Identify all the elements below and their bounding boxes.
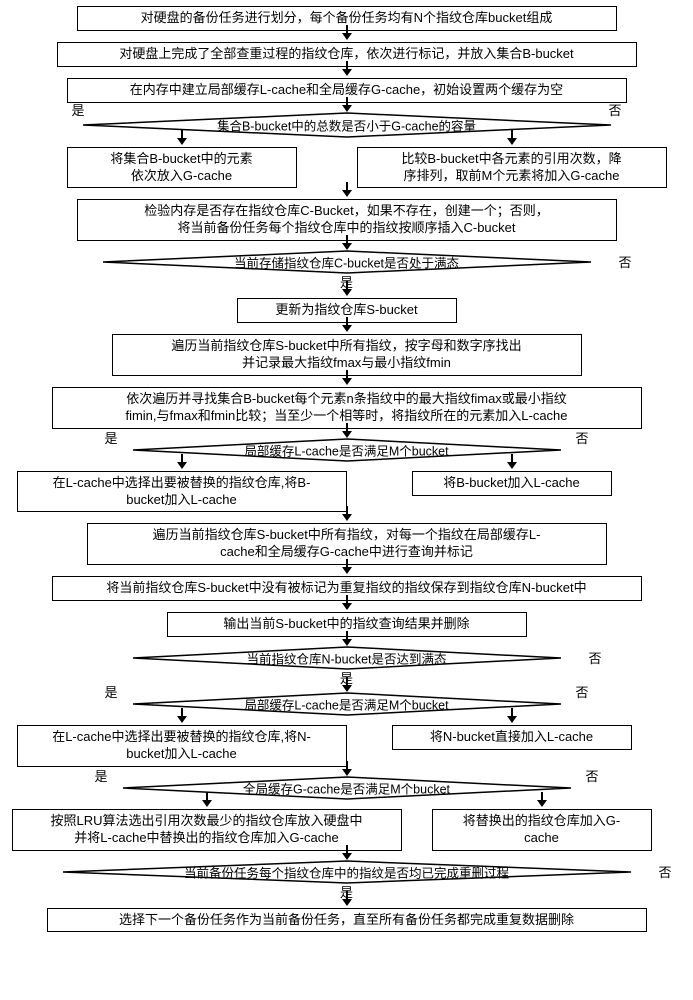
step-add-replaced-gcache: 将替换出的指纹仓库加入G- cache: [432, 809, 652, 851]
no-label: 否: [658, 862, 671, 881]
flowchart-root: 对硬盘的备份任务进行划分，每个备份任务均有N个指纹仓库bucket组成 对硬盘上…: [4, 4, 689, 934]
step-add-nbucket-lcache: 将N-bucket直接加入L-cache: [392, 725, 632, 750]
no-label: 否: [588, 648, 601, 667]
arrow-icon: [177, 716, 187, 723]
arrow-icon: [342, 325, 352, 332]
arrow-icon: [342, 853, 352, 860]
decision-lcache-m-bucket-1: 局部缓存L-cache是否满足M个bucket 是 否: [127, 438, 567, 462]
decision-bbucket-lt-gcache: 集合B-bucket中的总数是否小于G-cache的容量 是 否: [77, 112, 617, 138]
decision-gcache-m-bucket: 全局缓存G-cache是否满足M个bucket 是 否: [117, 776, 577, 800]
yes-label: 是: [95, 766, 108, 785]
decision-nbucket-full: 当前指纹仓库N-bucket是否达到满态 否: [127, 646, 567, 670]
step-lru-replace: 按照LRU算法选出引用次数最少的指纹仓库放入硬盘中 并将L-cache中替换出的…: [12, 809, 402, 851]
decision-cbucket-full: 当前存储指纹仓库C-bucket是否处于满态 否: [97, 250, 597, 274]
step-replace-lcache-b: 在L-cache中选择出要被替换的指纹仓库,将B- bucket加入L-cach…: [17, 471, 347, 513]
decision-all-dedup-done: 当前备份任务每个指纹仓库中的指纹是否均已完成重删过程 否: [57, 860, 637, 884]
arrow-icon: [342, 769, 352, 776]
arrow-icon: [342, 685, 352, 692]
arrow-icon: [342, 69, 352, 76]
arrow-icon: [342, 431, 352, 438]
arrow-icon: [342, 639, 352, 646]
step-next-backup-task: 选择下一个备份任务作为当前备份任务，直至所有备份任务都完成重复数据删除: [47, 908, 647, 933]
arrow-icon: [342, 33, 352, 40]
arrow-icon: [202, 800, 212, 807]
arrow-icon: [342, 603, 352, 610]
step-sort-refcount: 比较B-bucket中各元素的引用次数，降 序排列，取前M个元素将加入G-cac…: [357, 147, 667, 189]
arrow-icon: [177, 462, 187, 469]
step-put-bbucket-gcache: 将集合B-bucket中的元素 依次放入G-cache: [67, 147, 297, 189]
no-label: 否: [618, 252, 631, 271]
yes-label: 是: [105, 428, 118, 447]
yes-label: 是: [105, 682, 118, 701]
arrow-icon: [537, 800, 547, 807]
arrow-icon: [507, 716, 517, 723]
arrow-icon: [177, 138, 187, 145]
step-add-bbucket-lcache: 将B-bucket加入L-cache: [412, 471, 612, 496]
arrow-icon: [342, 289, 352, 296]
no-label: 否: [575, 682, 588, 701]
arrow-icon: [342, 105, 352, 112]
arrow-icon: [342, 567, 352, 574]
no-label: 否: [585, 766, 598, 785]
step-replace-lcache-n: 在L-cache中选择出要被替换的指纹仓库,将N- bucket加入L-cach…: [17, 725, 347, 767]
arrow-icon: [342, 899, 352, 906]
no-label: 否: [575, 428, 588, 447]
arrow-icon: [507, 138, 517, 145]
no-label: 否: [608, 100, 621, 119]
arrow-icon: [342, 243, 352, 250]
arrow-icon: [342, 190, 352, 197]
arrow-icon: [507, 462, 517, 469]
arrow-icon: [342, 378, 352, 385]
yes-label: 是: [72, 100, 85, 119]
decision-lcache-m-bucket-2: 局部缓存L-cache是否满足M个bucket 是 否: [127, 692, 567, 716]
arrow-icon: [342, 514, 352, 521]
